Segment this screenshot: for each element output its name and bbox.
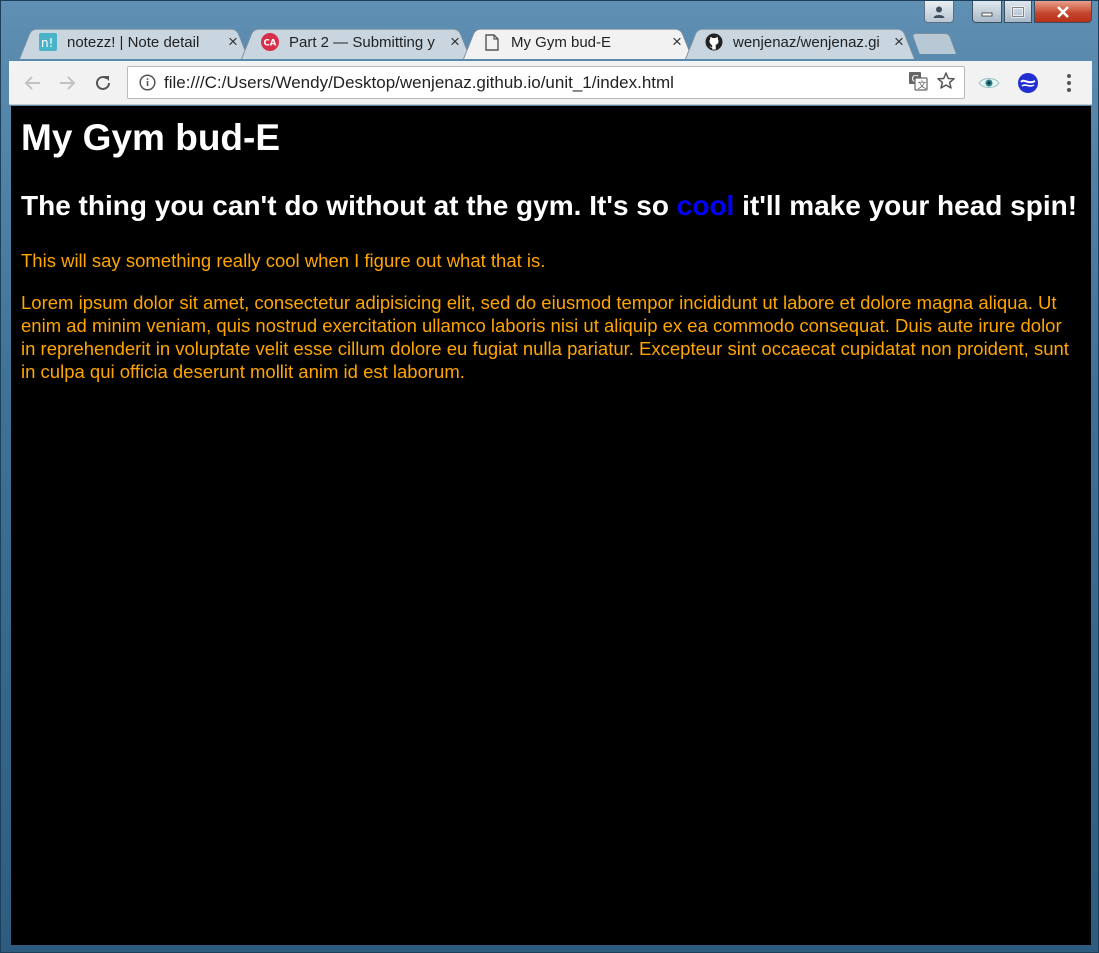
page-subheading: The thing you can't do without at the gy…: [21, 189, 1081, 223]
info-icon[interactable]: [138, 74, 156, 92]
svg-text:文: 文: [918, 79, 927, 91]
page-viewport: My Gym bud-E The thing you can't do with…: [11, 106, 1091, 945]
tab-close-icon[interactable]: ×: [225, 32, 241, 52]
tab-title: Part 2 — Submitting y: [289, 33, 435, 51]
tab-close-icon[interactable]: ×: [669, 32, 685, 52]
address-bar[interactable]: file:///C:/Users/Wendy/Desktop/wenjenaz.…: [127, 66, 965, 99]
tab-my-gym-bud-e[interactable]: My Gym bud-E ×: [463, 25, 693, 59]
translate-icon[interactable]: G文: [908, 71, 928, 95]
document-icon: [483, 33, 501, 51]
lorem-paragraph: Lorem ipsum dolor sit amet, consectetur …: [21, 292, 1069, 382]
blue-extension-icon[interactable]: [1016, 71, 1040, 95]
back-button[interactable]: [19, 69, 47, 97]
maximize-button[interactable]: [1004, 1, 1032, 23]
profile-button[interactable]: [924, 1, 954, 23]
bookmark-star-icon[interactable]: [936, 71, 956, 95]
close-window-button[interactable]: [1034, 1, 1092, 23]
back-arrow-icon: [24, 76, 40, 90]
tagline-paragraph: This will say something really cool when…: [21, 250, 546, 271]
svg-text:n!: n!: [41, 36, 53, 50]
eye-extension-icon[interactable]: [977, 71, 1001, 95]
browser-window: n! notezz! | Note detail × CA Part 2 — S…: [0, 0, 1099, 953]
tab-strip: n! notezz! | Note detail × CA Part 2 — S…: [19, 25, 1019, 61]
close-icon: [1057, 5, 1069, 18]
tab-title: wenjenaz/wenjenaz.gi: [733, 33, 880, 51]
notezz-favicon: n!: [39, 33, 57, 51]
tab-github[interactable]: wenjenaz/wenjenaz.gi ×: [685, 25, 915, 59]
forward-arrow-icon: [60, 76, 76, 90]
tab-title: notezz! | Note detail: [67, 33, 200, 51]
tab-codecademy[interactable]: CA Part 2 — Submitting y ×: [241, 25, 471, 59]
minimize-button[interactable]: [972, 1, 1002, 23]
tab-notezz[interactable]: n! notezz! | Note detail ×: [19, 25, 249, 59]
subheading-highlight: cool: [676, 190, 735, 221]
reload-button[interactable]: [89, 69, 117, 97]
address-url[interactable]: file:///C:/Users/Wendy/Desktop/wenjenaz.…: [164, 73, 674, 93]
tab-close-icon[interactable]: ×: [891, 32, 907, 52]
tab-title: My Gym bud-E: [511, 33, 612, 51]
minimize-icon: [981, 12, 993, 16]
menu-kebab-icon[interactable]: [1057, 71, 1081, 95]
github-icon: [705, 33, 723, 51]
window-controls: [972, 1, 1092, 23]
person-icon: [933, 6, 945, 18]
subheading-text-end: it'll make your head spin!: [734, 190, 1078, 221]
page-heading: My Gym bud-E: [21, 117, 281, 158]
reload-icon: [96, 75, 110, 90]
svg-text:CA: CA: [264, 39, 277, 49]
new-tab-button[interactable]: [911, 33, 957, 54]
maximize-icon: [1011, 5, 1025, 18]
browser-toolbar: file:///C:/Users/Wendy/Desktop/wenjenaz.…: [9, 61, 1092, 105]
tab-close-icon[interactable]: ×: [447, 32, 463, 52]
subheading-text: The thing you can't do without at the gy…: [21, 190, 677, 221]
codecademy-favicon: CA: [261, 33, 279, 51]
forward-button[interactable]: [53, 69, 81, 97]
